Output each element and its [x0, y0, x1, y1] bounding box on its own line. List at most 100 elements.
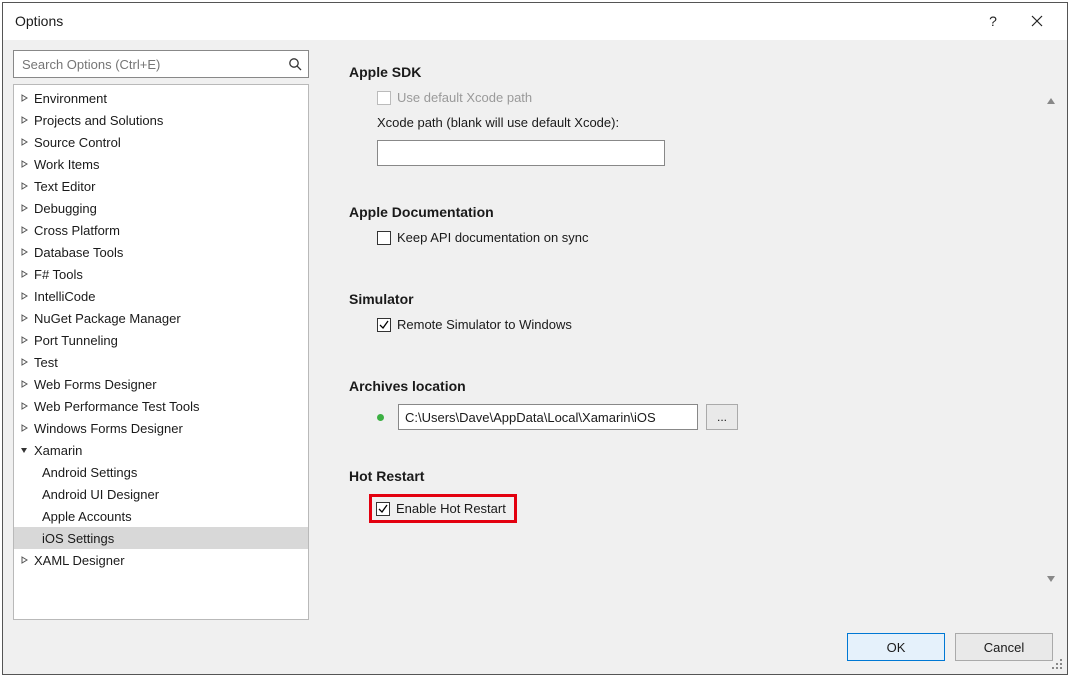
hot-restart-highlight: Enable Hot Restart — [369, 494, 517, 523]
titlebar: Options ? — [3, 3, 1067, 39]
archives-row: C:\Users\Dave\AppData\Local\Xamarin\iOS … — [349, 404, 1043, 430]
search-input[interactable] — [20, 56, 282, 73]
chevron-right-icon[interactable] — [18, 290, 30, 302]
section-archives: Archives location — [349, 378, 1043, 394]
enable-hot-restart-label: Enable Hot Restart — [396, 501, 506, 516]
tree-node-label: F# Tools — [34, 267, 83, 282]
tree-node-label: Web Performance Test Tools — [34, 399, 199, 414]
browse-button[interactable]: ... — [706, 404, 738, 430]
section-apple-sdk: Apple SDK — [349, 64, 1043, 80]
chevron-right-icon[interactable] — [18, 92, 30, 104]
scroll-indicator[interactable] — [1047, 98, 1055, 582]
sidebar: Environment Projects and Solutions Source … — [13, 50, 309, 620]
dialog-footer: OK Cancel — [3, 620, 1067, 674]
tree-node-label: Cross Platform — [34, 223, 120, 238]
tree-node[interactable]: IntelliCode — [14, 285, 308, 307]
tree-node[interactable]: Web Performance Test Tools — [14, 395, 308, 417]
tree-node[interactable]: Windows Forms Designer — [14, 417, 308, 439]
options-dialog: Options ? Environment Projects and Soluti… — [2, 2, 1068, 675]
remote-sim-checkbox[interactable] — [377, 318, 391, 332]
use-default-xcode-checkbox — [377, 91, 391, 105]
chevron-right-icon[interactable] — [18, 202, 30, 214]
scroll-up-icon — [1047, 98, 1055, 104]
ok-button[interactable]: OK — [847, 633, 945, 661]
tree-node-label: Xamarin — [34, 443, 82, 458]
tree-node-label: Environment — [34, 91, 107, 106]
xcode-path-input[interactable] — [377, 140, 665, 166]
tree-node[interactable]: Database Tools — [14, 241, 308, 263]
remote-sim-label: Remote Simulator to Windows — [397, 317, 572, 332]
cancel-button[interactable]: Cancel — [955, 633, 1053, 661]
tree-node[interactable]: Web Forms Designer — [14, 373, 308, 395]
tree-node-label: Test — [34, 355, 58, 370]
tree-node-label: Source Control — [34, 135, 121, 150]
section-hot-restart: Hot Restart — [349, 468, 1043, 484]
section-simulator: Simulator — [349, 291, 1043, 307]
enable-hot-restart-checkbox[interactable] — [376, 502, 390, 516]
tree-node-label: iOS Settings — [42, 531, 114, 546]
tree-node[interactable]: Cross Platform — [14, 219, 308, 241]
tree-node-label: XAML Designer — [34, 553, 125, 568]
keep-docs-label: Keep API documentation on sync — [397, 230, 589, 245]
tree-node[interactable]: Environment — [14, 87, 308, 109]
tree-node-label: Debugging — [34, 201, 97, 216]
tree-node-label: Windows Forms Designer — [34, 421, 183, 436]
tree-node-label: Projects and Solutions — [34, 113, 163, 128]
help-button[interactable]: ? — [971, 7, 1015, 35]
tree-node[interactable]: Apple Accounts — [14, 505, 308, 527]
settings-content: Apple SDK Use default Xcode path Xcode p… — [309, 50, 1057, 620]
chevron-right-icon[interactable] — [18, 246, 30, 258]
chevron-right-icon[interactable] — [18, 334, 30, 346]
chevron-right-icon[interactable] — [18, 378, 30, 390]
chevron-right-icon[interactable] — [18, 312, 30, 324]
search-icon — [288, 57, 302, 71]
chevron-right-icon[interactable] — [18, 356, 30, 368]
chevron-right-icon[interactable] — [18, 422, 30, 434]
tree-node[interactable]: F# Tools — [14, 263, 308, 285]
chevron-right-icon[interactable] — [18, 400, 30, 412]
tree-node[interactable]: Xamarin — [14, 439, 308, 461]
use-default-xcode-label: Use default Xcode path — [397, 90, 532, 105]
window-title: Options — [15, 13, 971, 29]
xcode-path-label: Xcode path (blank will use default Xcode… — [377, 115, 619, 130]
chevron-right-icon[interactable] — [18, 180, 30, 192]
tree-node[interactable]: XAML Designer — [14, 549, 308, 571]
xcode-path-input-row — [349, 140, 1043, 166]
keep-docs-row[interactable]: Keep API documentation on sync — [349, 230, 1043, 245]
tree-node[interactable]: Android UI Designer — [14, 483, 308, 505]
hot-restart-row: Enable Hot Restart — [349, 494, 1043, 523]
archives-path-input[interactable]: C:\Users\Dave\AppData\Local\Xamarin\iOS — [398, 404, 698, 430]
tree-node[interactable]: Text Editor — [14, 175, 308, 197]
chevron-right-icon[interactable] — [18, 224, 30, 236]
resize-grip[interactable] — [1052, 659, 1064, 671]
close-button[interactable] — [1015, 7, 1059, 35]
tree-node[interactable]: Android Settings — [14, 461, 308, 483]
tree-node[interactable]: iOS Settings — [14, 527, 308, 549]
keep-docs-checkbox[interactable] — [377, 231, 391, 245]
tree-node[interactable]: Debugging — [14, 197, 308, 219]
tree-node[interactable]: Source Control — [14, 131, 308, 153]
tree-node-label: Android Settings — [42, 465, 137, 480]
tree-node[interactable]: NuGet Package Manager — [14, 307, 308, 329]
scroll-down-icon — [1047, 576, 1055, 582]
remote-sim-row[interactable]: Remote Simulator to Windows — [349, 317, 1043, 332]
use-default-xcode-row: Use default Xcode path — [349, 90, 1043, 105]
chevron-right-icon[interactable] — [18, 158, 30, 170]
chevron-right-icon[interactable] — [18, 268, 30, 280]
tree-node[interactable]: Work Items — [14, 153, 308, 175]
chevron-right-icon[interactable] — [18, 114, 30, 126]
tree-node[interactable]: Projects and Solutions — [14, 109, 308, 131]
tree-node[interactable]: Port Tunneling — [14, 329, 308, 351]
close-icon — [1031, 15, 1043, 27]
chevron-right-icon[interactable] — [18, 136, 30, 148]
tree-node-label: Text Editor — [34, 179, 95, 194]
search-box[interactable] — [13, 50, 309, 78]
tree-node[interactable]: Test — [14, 351, 308, 373]
tree-node-label: IntelliCode — [34, 289, 95, 304]
chevron-down-icon[interactable] — [18, 444, 30, 456]
tree-node-label: Apple Accounts — [42, 509, 132, 524]
options-tree[interactable]: Environment Projects and Solutions Source … — [13, 84, 309, 620]
tree-node-label: Web Forms Designer — [34, 377, 157, 392]
dialog-body: Environment Projects and Solutions Source … — [3, 39, 1067, 620]
chevron-right-icon[interactable] — [18, 554, 30, 566]
